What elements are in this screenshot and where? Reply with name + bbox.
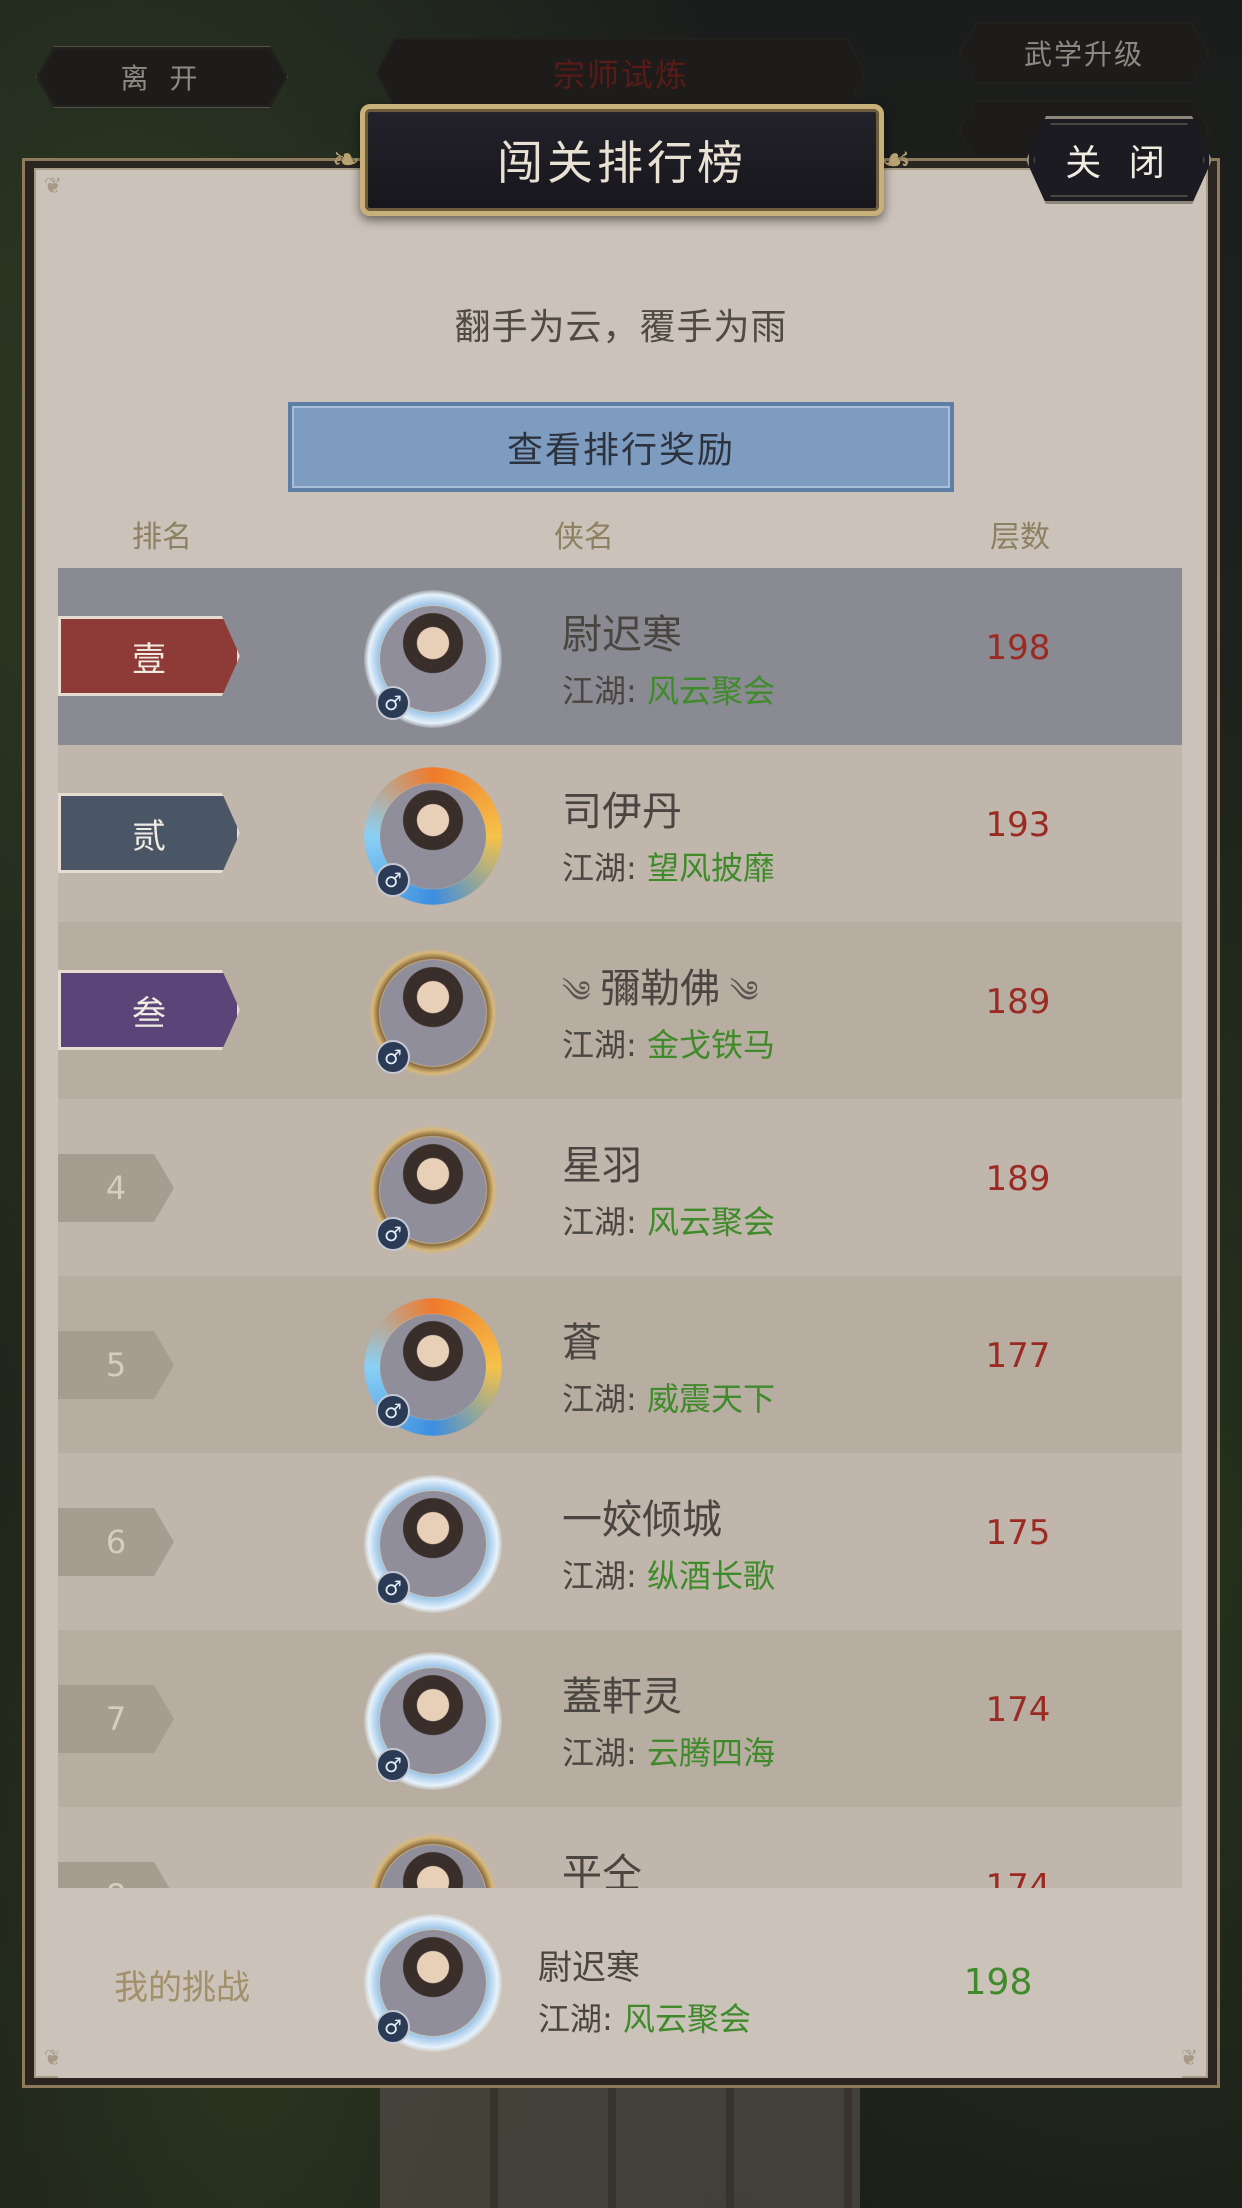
- male-icon: ♂: [376, 1571, 410, 1605]
- leave-button[interactable]: 离 开: [36, 46, 288, 108]
- my-avatar[interactable]: ♂: [364, 1914, 502, 2052]
- avatar[interactable]: ♂: [364, 590, 502, 728]
- name-ornament-icon: ༄: [720, 975, 759, 1010]
- my-name: 尉迟寒: [538, 1948, 640, 1988]
- guild-name: 云腾四海: [646, 1734, 775, 1772]
- header-floors: 层数: [990, 520, 1050, 555]
- player-name: 蒼: [562, 1320, 602, 1366]
- guild-name: 望风披靡: [646, 849, 775, 887]
- header-name: 侠名: [554, 520, 614, 555]
- my-guild: 江湖: 风云聚会: [538, 1994, 751, 2040]
- avatar-frame: [364, 1829, 502, 1888]
- floors-value: 174: [985, 1690, 1051, 1730]
- male-icon: ♂: [376, 686, 410, 720]
- ranking-row[interactable]: 7 ♂ 蓋軒灵 江湖: 云腾四海 174: [58, 1630, 1182, 1807]
- guild-name: 纵酒长歌: [646, 1557, 775, 1595]
- close-button-label: 关 闭: [1065, 143, 1173, 184]
- player-guild: 江湖: 风云聚会: [562, 1197, 775, 1243]
- trial-tab[interactable]: 宗师试炼: [376, 38, 866, 108]
- ranking-list[interactable]: 壹 ♂ 尉迟寒 江湖: 风云聚会 198 贰 ♂ 司伊丹 江湖: 望风披靡 19…: [58, 568, 1182, 1888]
- floors-value: 175: [985, 1513, 1051, 1553]
- guild-prefix: 江湖:: [562, 672, 637, 710]
- avatar[interactable]: ♂: [364, 767, 502, 905]
- player-name-text: 彌勒佛: [600, 966, 721, 1012]
- floors-value: 177: [985, 1336, 1051, 1376]
- header-rank: 排名: [132, 520, 192, 555]
- male-icon: ♂: [376, 2010, 410, 2044]
- rank-number: 6: [58, 1508, 174, 1576]
- rank-badge: 壹: [58, 616, 240, 696]
- player-guild: 江湖: 望风披靡: [562, 843, 775, 889]
- avatar[interactable]: ♂: [364, 1121, 502, 1259]
- my-floors-value: 198: [963, 1962, 1033, 2003]
- floors-value: 174: [985, 1867, 1051, 1888]
- ranking-row[interactable]: 贰 ♂ 司伊丹 江湖: 望风披靡 193: [58, 745, 1182, 922]
- player-guild: 江湖: 纵酒长歌: [562, 1551, 775, 1597]
- floors-value: 189: [985, 982, 1051, 1022]
- male-icon: ♂: [376, 1748, 410, 1782]
- close-button[interactable]: 关 闭: [1026, 116, 1212, 204]
- guild-prefix: 江湖:: [562, 1026, 637, 1064]
- ranking-row[interactable]: 5 ♂ 蒼 江湖: 威震天下 177: [58, 1276, 1182, 1453]
- male-icon: ♂: [376, 1040, 410, 1074]
- guild-name: 风云聚会: [646, 672, 775, 710]
- rank-number: 5: [58, 1331, 174, 1399]
- guild-prefix: 江湖:: [562, 849, 637, 887]
- dialog-title: 闯关排行榜: [360, 104, 884, 216]
- corner-ornament: ❦: [43, 174, 63, 199]
- male-icon: ♂: [376, 1217, 410, 1251]
- player-name: 司伊丹: [562, 789, 682, 835]
- male-icon: ♂: [376, 863, 410, 897]
- guild-prefix: 江湖:: [562, 1734, 637, 1772]
- guild-prefix: 江湖:: [562, 1380, 637, 1418]
- player-guild: 江湖: 金戈铁马: [562, 1020, 775, 1066]
- my-challenge-row: 我的挑战 ♂ 尉迟寒 江湖: 风云聚会 198: [58, 1888, 1182, 2078]
- ranking-row[interactable]: 壹 ♂ 尉迟寒 江湖: 风云聚会 198: [58, 568, 1182, 745]
- player-name: 星羽: [562, 1143, 642, 1189]
- player-guild: 江湖: 云腾四海: [562, 1728, 775, 1774]
- rank-badge: 贰: [58, 793, 240, 873]
- avatar[interactable]: ♂: [364, 1298, 502, 1436]
- rank-badge: 叁: [58, 970, 240, 1050]
- my-challenge-label: 我的挑战: [114, 1968, 250, 2008]
- floors-value: 189: [985, 1159, 1051, 1199]
- guild-name: 威震天下: [646, 1380, 775, 1418]
- name-ornament-icon: ༄: [562, 975, 601, 1010]
- guild-prefix: 江湖:: [562, 1557, 637, 1595]
- floors-value: 198: [985, 628, 1051, 668]
- avatar[interactable]: ♂: [364, 1652, 502, 1790]
- player-name: 一姣倾城: [562, 1497, 722, 1543]
- player-name: 平仝: [562, 1851, 642, 1888]
- guild-prefix: 江湖:: [562, 1203, 637, 1241]
- avatar[interactable]: ♂: [364, 1475, 502, 1613]
- ranking-row[interactable]: 6 ♂ 一姣倾城 江湖: 纵酒长歌 175: [58, 1453, 1182, 1630]
- dialog-subtitle: 翻手为云，覆手为雨: [454, 307, 788, 348]
- rank-number: 7: [58, 1685, 174, 1753]
- rank-number: 4: [58, 1154, 174, 1222]
- ranking-row[interactable]: 8 平仝 174: [58, 1807, 1182, 1888]
- player-guild: 江湖: 威震天下: [562, 1374, 775, 1420]
- player-name: 蓋軒灵: [562, 1674, 682, 1720]
- view-rewards-button[interactable]: 查看排行奖励: [288, 402, 954, 492]
- player-guild: 江湖: 风云聚会: [562, 666, 775, 712]
- rank-number: 8: [58, 1862, 174, 1888]
- guild-name: 风云聚会: [646, 1203, 775, 1241]
- ranking-row[interactable]: 叁 ♂ ༄ 彌勒佛 ༄ 江湖: 金戈铁马 189: [58, 922, 1182, 1099]
- avatar[interactable]: ♂: [364, 944, 502, 1082]
- guild-prefix: 江湖:: [538, 2000, 613, 2038]
- ranking-row[interactable]: 4 ♂ 星羽 江湖: 风云聚会 189: [58, 1099, 1182, 1276]
- guild-name: 金戈铁马: [646, 1026, 775, 1064]
- male-icon: ♂: [376, 1394, 410, 1428]
- guild-name: 风云聚会: [622, 2000, 751, 2038]
- avatar[interactable]: [364, 1829, 502, 1888]
- player-name: 尉迟寒: [562, 612, 682, 658]
- floors-value: 193: [985, 805, 1051, 845]
- skill-upgrade-button[interactable]: 武学升级: [958, 22, 1210, 84]
